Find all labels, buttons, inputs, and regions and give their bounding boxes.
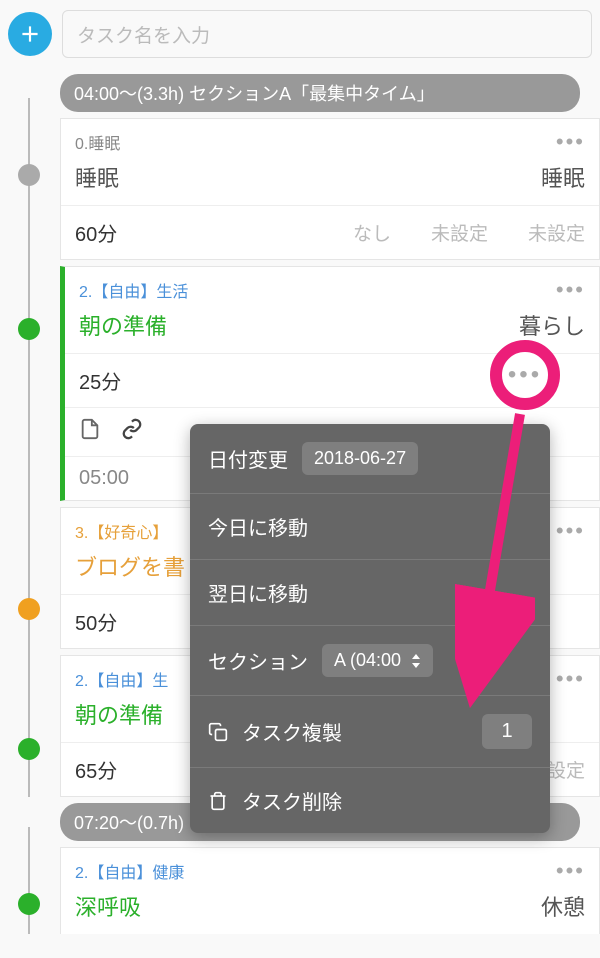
trash-icon (208, 791, 228, 811)
section-select[interactable]: A (04:00 (322, 644, 433, 677)
more-icon[interactable]: ••• (556, 666, 585, 692)
option: なし (353, 219, 391, 246)
menu-duplicate[interactable]: タスク複製 1 (190, 696, 550, 768)
task-title: ブログを書 (75, 550, 185, 582)
task-card[interactable]: 2.【自由】健康 ••• 深呼吸 休憩 (60, 847, 600, 934)
section-a-header: 04:00〜(3.3h) セクションA「最集中タイム」 (60, 74, 580, 112)
context-menu: 日付変更 2018-06-27 今日に移動 翌日に移動 セクション A (04:… (190, 424, 550, 833)
menu-label: 日付変更 (208, 444, 288, 473)
task-title: 朝の準備 (79, 309, 167, 341)
task-tag: 睡眠 (541, 161, 585, 193)
add-task-button[interactable] (8, 12, 52, 56)
duration-label: 50分 (75, 607, 117, 636)
task-card[interactable]: 0.睡眠 ••• 睡眠 睡眠 60分 なし 未設定 未設定 (60, 118, 600, 260)
task-title: 深呼吸 (75, 890, 141, 922)
category-label: 2.【自由】健康 (75, 859, 184, 883)
task-tag: 休憩 (541, 890, 585, 922)
dup-count[interactable]: 1 (482, 714, 532, 749)
link-icon[interactable] (121, 418, 143, 446)
more-icon[interactable]: ••• (556, 277, 585, 303)
timeline-dot (18, 164, 40, 186)
copy-icon (208, 722, 228, 742)
category-label: 2.【自由】生 (75, 667, 168, 691)
menu-move-today[interactable]: 今日に移動 (190, 494, 550, 560)
annotation-highlight: ••• (490, 340, 560, 410)
option: 未設定 (431, 219, 488, 246)
sort-icon (411, 654, 421, 668)
timeline-dot (18, 893, 40, 915)
option: 未設定 (528, 219, 585, 246)
task-tag: 暮らし (519, 309, 585, 341)
more-icon[interactable]: ••• (556, 518, 585, 544)
date-value[interactable]: 2018-06-27 (302, 442, 418, 475)
task-title: 睡眠 (75, 161, 119, 193)
menu-delete[interactable]: タスク削除 (190, 768, 550, 833)
category-label: 2.【自由】生活 (79, 278, 188, 302)
task-name-input[interactable]: タスク名を入力 (62, 10, 592, 58)
menu-label: セクション (208, 646, 308, 675)
menu-label: 翌日に移動 (208, 578, 308, 607)
menu-label: 今日に移動 (208, 512, 308, 541)
document-icon[interactable] (79, 418, 101, 446)
duration-label: 65分 (75, 755, 117, 784)
more-icon[interactable]: ••• (556, 858, 585, 884)
duration-label: 60分 (75, 218, 117, 247)
timeline-dot (18, 598, 40, 620)
menu-move-tomorrow[interactable]: 翌日に移動 (190, 560, 550, 626)
task-title: 朝の準備 (75, 698, 163, 730)
menu-label: タスク削除 (242, 786, 342, 815)
timeline-dot (18, 318, 40, 340)
category-label: 3.【好奇心】 (75, 519, 168, 543)
menu-date-change[interactable]: 日付変更 2018-06-27 (190, 424, 550, 494)
category-label: 0.睡眠 (75, 130, 120, 154)
more-icon[interactable]: ••• (556, 129, 585, 155)
timeline-dot (18, 738, 40, 760)
menu-label: タスク複製 (242, 717, 342, 746)
plus-icon (17, 21, 43, 47)
duration-label: 25分 (79, 366, 121, 395)
more-icon: ••• (508, 361, 542, 389)
menu-section[interactable]: セクション A (04:00 (190, 626, 550, 696)
